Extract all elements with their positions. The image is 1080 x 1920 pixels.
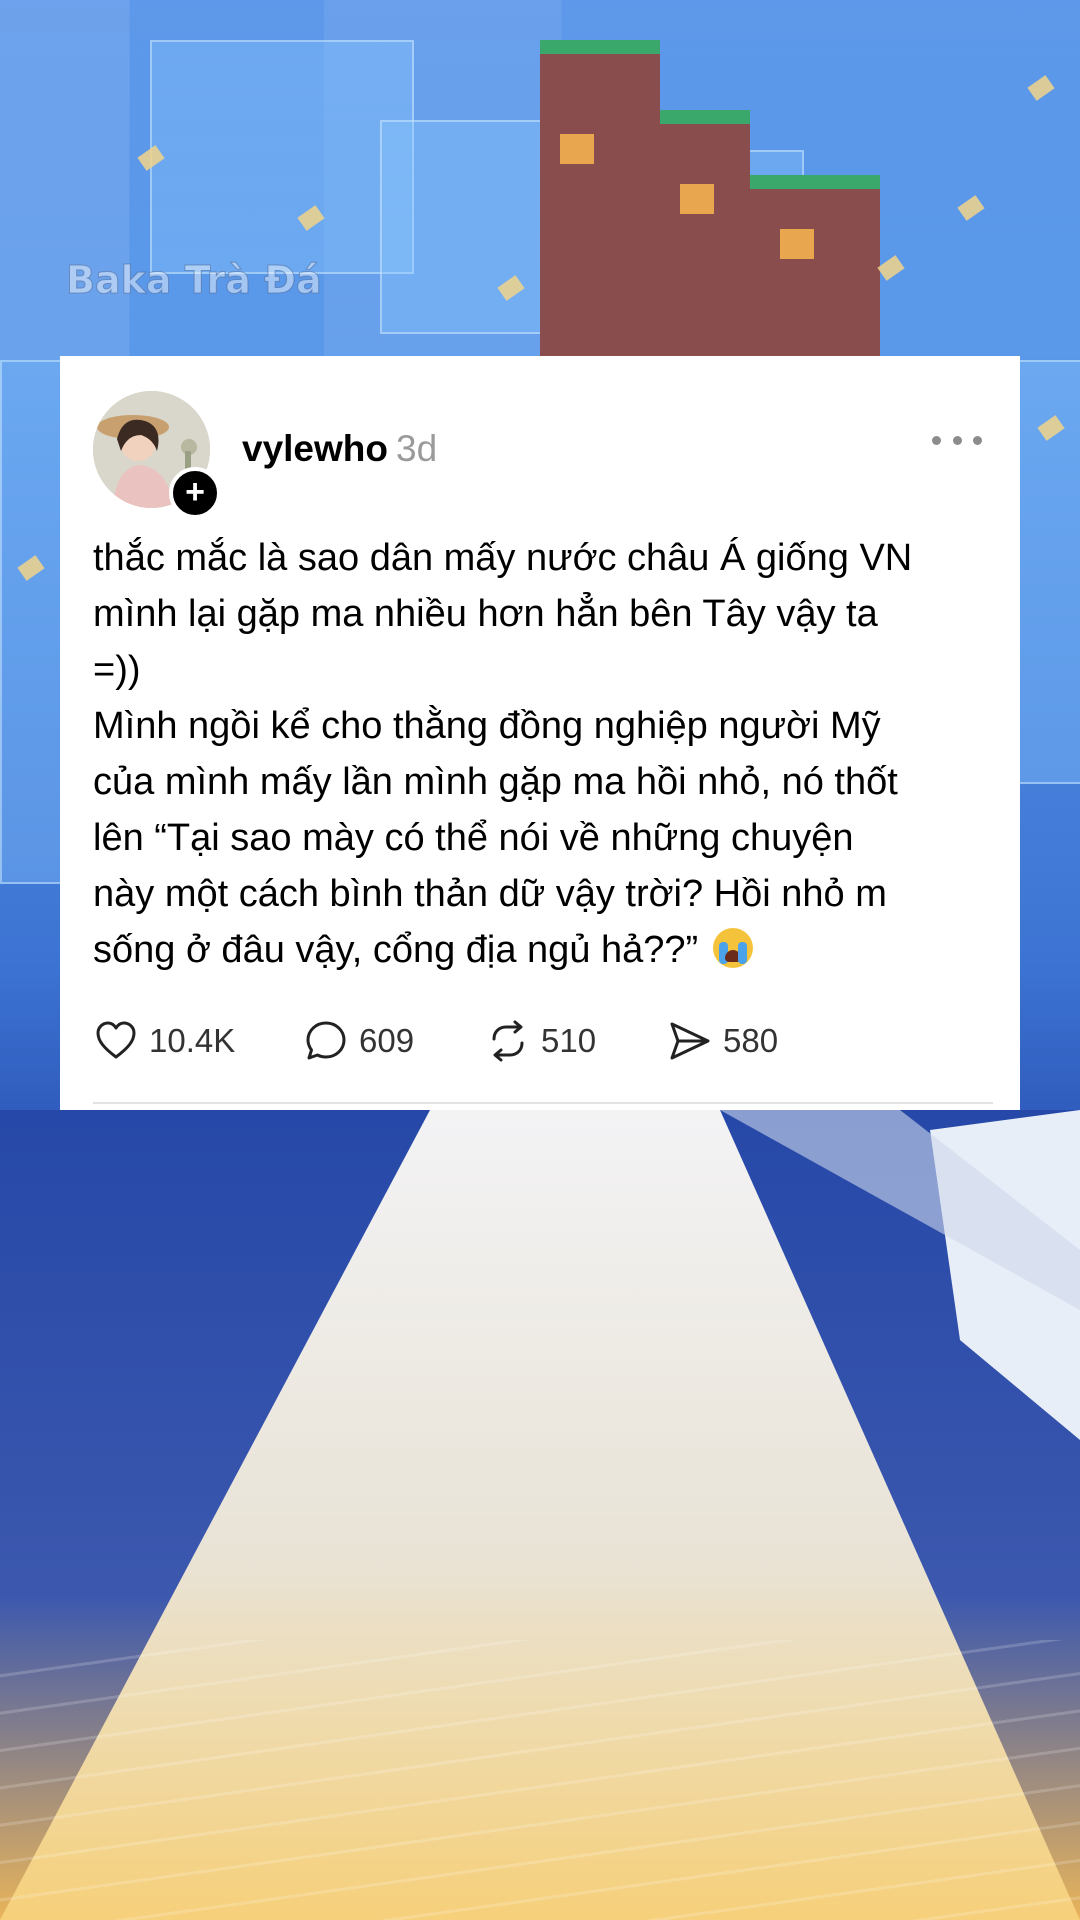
post-text-line: của mình mấy lần mình gặp ma hồi nhỏ, nó…: [93, 761, 898, 803]
loudly-crying-face-emoji: [712, 928, 753, 968]
post-text-line: lên “Tại sao mày có thể nói về những chu…: [93, 817, 854, 859]
glass-block: [150, 40, 414, 274]
post-text-line: mình lại gặp ma nhiều hơn hẳn bên Tây vậ…: [93, 593, 878, 635]
dot: [973, 435, 982, 445]
repost-icon: [485, 1018, 531, 1064]
repost-button[interactable]: 510: [485, 1016, 596, 1066]
post-card[interactable]: + vylewho 3d thắc mắc là sao dân mấy nướ…: [60, 356, 1020, 1110]
comment-button[interactable]: 609: [303, 1016, 414, 1066]
comment-count: 609: [359, 1022, 415, 1059]
dot: [952, 435, 962, 445]
post-text-line: =)): [93, 649, 141, 691]
post-text: thắc mắc là sao dân mấy nước châu Á giốn…: [93, 530, 993, 978]
heart-icon: [93, 1018, 139, 1064]
dot: [932, 435, 941, 445]
like-button[interactable]: 10.4K: [93, 1016, 235, 1066]
more-options-icon[interactable]: [932, 422, 982, 458]
post-text-line: sống ở đâu vậy, cổng địa ngủ hả??”: [93, 929, 699, 971]
like-count: 10.4K: [149, 1022, 236, 1059]
post-actions-bar: 10.4K 609 510 580: [93, 1016, 993, 1066]
comment-bubble-icon: [303, 1018, 349, 1064]
share-button[interactable]: 580: [667, 1016, 778, 1066]
username[interactable]: vylewho: [242, 428, 388, 470]
post-text-line: thắc mắc là sao dân mấy nước châu Á giốn…: [93, 537, 913, 579]
post-text-line: Mình ngồi kể cho thằng đồng nghiệp người…: [93, 705, 881, 747]
watermark: Baka Trà Đá: [66, 258, 323, 303]
glass-block: [0, 360, 64, 884]
avatar-container[interactable]: +: [93, 391, 221, 519]
send-icon: [667, 1018, 713, 1064]
repost-count: 510: [541, 1022, 597, 1059]
block-staircase: [540, 0, 880, 394]
post-text-line: này một cách bình thản dữ vậy trời? Hồi …: [93, 873, 887, 915]
divider: [93, 1102, 993, 1104]
post-timestamp: 3d: [396, 428, 438, 469]
post-text-line-last: sống ở đâu vậy, cổng địa ngủ hả??”: [93, 922, 993, 978]
share-count: 580: [723, 1022, 779, 1059]
wavy-floor: [0, 1640, 1080, 1920]
follow-plus-icon[interactable]: +: [169, 467, 221, 519]
